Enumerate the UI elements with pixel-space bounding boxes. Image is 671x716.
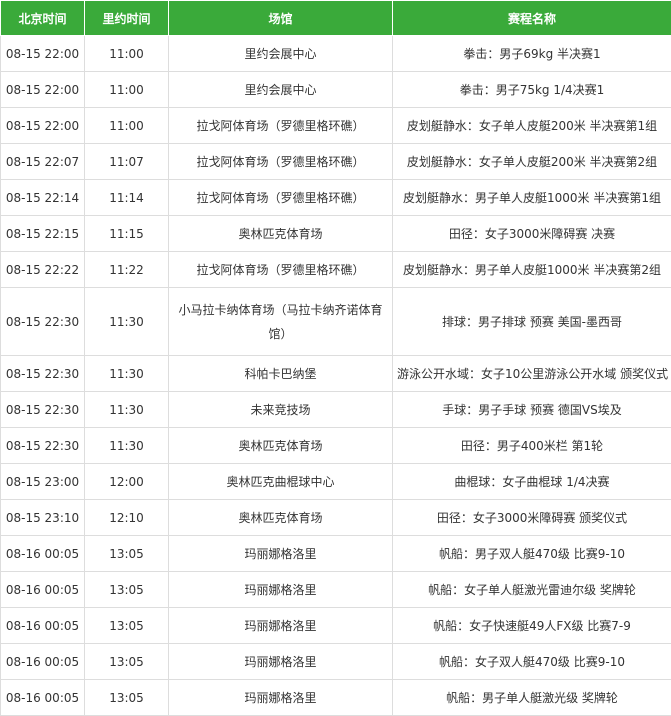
cell-venue: 里约会展中心 xyxy=(168,35,393,72)
header-event: 赛程名称 xyxy=(392,0,671,36)
cell-rio-time: 11:15 xyxy=(84,215,169,252)
cell-rio-time: 13:05 xyxy=(84,643,169,680)
cell-event: 拳击：男子69kg 半决赛1 xyxy=(392,35,671,72)
cell-event: 手球：男子手球 预赛 德国VS埃及 xyxy=(392,391,671,428)
table-row: 08-15 22:14 11:14 拉戈阿体育场（罗德里格环礁） 皮划艇静水：男子单人… xyxy=(0,179,671,216)
cell-event: 帆船：女子快速艇49人FX级 比赛7-9 xyxy=(392,607,671,644)
cell-rio-time: 11:22 xyxy=(84,251,169,288)
cell-beijing-time: 08-16 00:05 xyxy=(0,607,85,644)
table-row: 08-15 22:30 11:30 科帕卡巴纳堡 游泳公开水域：女子10公里游泳公开水… xyxy=(0,355,671,392)
cell-beijing-time: 08-15 22:00 xyxy=(0,35,85,72)
cell-rio-time: 11:00 xyxy=(84,71,169,108)
cell-beijing-time: 08-15 22:00 xyxy=(0,107,85,144)
cell-venue: 未来竞技场 xyxy=(168,391,393,428)
cell-rio-time: 13:05 xyxy=(84,607,169,644)
cell-rio-time: 12:10 xyxy=(84,499,169,536)
cell-event: 帆船：女子单人艇激光雷迪尔级 奖牌轮 xyxy=(392,571,671,608)
cell-event: 帆船：女子双人艇470级 比赛9-10 xyxy=(392,643,671,680)
table-row: 08-15 23:00 12:00 奥林匹克曲棍球中心 曲棍球：女子曲棍球 1/4决赛 xyxy=(0,463,671,500)
cell-rio-time: 11:30 xyxy=(84,287,169,356)
table-row: 08-15 22:22 11:22 拉戈阿体育场（罗德里格环礁） 皮划艇静水：男子单人… xyxy=(0,251,671,288)
cell-rio-time: 11:30 xyxy=(84,355,169,392)
cell-rio-time: 11:00 xyxy=(84,35,169,72)
table-row: 08-15 22:15 11:15 奥林匹克体育场 田径：女子3000米障碍赛 决赛 xyxy=(0,215,671,252)
cell-venue: 里约会展中心 xyxy=(168,71,393,108)
cell-event: 游泳公开水域：女子10公里游泳公开水域 颁奖仪式 xyxy=(392,355,671,392)
cell-event: 皮划艇静水：女子单人皮艇200米 半决赛第2组 xyxy=(392,143,671,180)
header-beijing-time: 北京时间 xyxy=(0,0,85,36)
cell-venue: 玛丽娜格洛里 xyxy=(168,571,393,608)
schedule-table: 北京时间 里约时间 场馆 赛程名称 08-15 22:00 11:00 里约会展中心… xyxy=(0,0,671,716)
table-row: 08-15 22:30 11:30 未来竞技场 手球：男子手球 预赛 德国VS埃及 xyxy=(0,391,671,428)
cell-event: 田径：男子400米栏 第1轮 xyxy=(392,427,671,464)
cell-event: 拳击：男子75kg 1/4决赛1 xyxy=(392,71,671,108)
cell-venue: 奥林匹克体育场 xyxy=(168,215,393,252)
cell-beijing-time: 08-16 00:05 xyxy=(0,679,85,716)
cell-venue: 拉戈阿体育场（罗德里格环礁） xyxy=(168,179,393,216)
table-row: 08-15 22:30 11:30 奥林匹克体育场 田径：男子400米栏 第1轮 xyxy=(0,427,671,464)
table-row: 08-15 22:00 11:00 里约会展中心 拳击：男子69kg 半决赛1 xyxy=(0,35,671,72)
cell-event: 排球：男子排球 预赛 美国-墨西哥 xyxy=(392,287,671,356)
cell-beijing-time: 08-15 22:30 xyxy=(0,287,85,356)
cell-venue: 玛丽娜格洛里 xyxy=(168,679,393,716)
cell-rio-time: 13:05 xyxy=(84,679,169,716)
cell-rio-time: 11:00 xyxy=(84,107,169,144)
cell-beijing-time: 08-16 00:05 xyxy=(0,643,85,680)
cell-event: 皮划艇静水：男子单人皮艇1000米 半决赛第2组 xyxy=(392,251,671,288)
cell-beijing-time: 08-15 22:22 xyxy=(0,251,85,288)
schedule-body: 08-15 22:00 11:00 里约会展中心 拳击：男子69kg 半决赛1 08-1… xyxy=(0,35,671,716)
cell-venue: 拉戈阿体育场（罗德里格环礁） xyxy=(168,107,393,144)
cell-beijing-time: 08-15 22:07 xyxy=(0,143,85,180)
cell-event: 帆船：男子单人艇激光级 奖牌轮 xyxy=(392,679,671,716)
cell-event: 田径：女子3000米障碍赛 决赛 xyxy=(392,215,671,252)
cell-rio-time: 11:07 xyxy=(84,143,169,180)
cell-venue: 奥林匹克曲棍球中心 xyxy=(168,463,393,500)
table-row: 08-15 22:00 11:00 拉戈阿体育场（罗德里格环礁） 皮划艇静水：女子单人… xyxy=(0,107,671,144)
table-row: 08-16 00:05 13:05 玛丽娜格洛里 帆船：女子双人艇470级 比赛9-1… xyxy=(0,643,671,680)
cell-rio-time: 11:30 xyxy=(84,427,169,464)
cell-beijing-time: 08-15 22:30 xyxy=(0,355,85,392)
cell-event: 皮划艇静水：女子单人皮艇200米 半决赛第1组 xyxy=(392,107,671,144)
table-row: 08-16 00:05 13:05 玛丽娜格洛里 帆船：男子单人艇激光级 奖牌轮 xyxy=(0,679,671,716)
cell-beijing-time: 08-15 22:30 xyxy=(0,391,85,428)
cell-rio-time: 13:05 xyxy=(84,571,169,608)
cell-venue: 科帕卡巴纳堡 xyxy=(168,355,393,392)
cell-beijing-time: 08-15 23:10 xyxy=(0,499,85,536)
table-row: 08-16 00:05 13:05 玛丽娜格洛里 帆船：女子快速艇49人FX级 比赛7… xyxy=(0,607,671,644)
cell-event: 皮划艇静水：男子单人皮艇1000米 半决赛第1组 xyxy=(392,179,671,216)
table-row: 08-15 23:10 12:10 奥林匹克体育场 田径：女子3000米障碍赛 颁奖仪… xyxy=(0,499,671,536)
cell-venue: 拉戈阿体育场（罗德里格环礁） xyxy=(168,251,393,288)
cell-beijing-time: 08-15 22:14 xyxy=(0,179,85,216)
cell-beijing-time: 08-16 00:05 xyxy=(0,535,85,572)
cell-beijing-time: 08-15 22:15 xyxy=(0,215,85,252)
cell-beijing-time: 08-16 00:05 xyxy=(0,571,85,608)
header-rio-time: 里约时间 xyxy=(84,0,169,36)
table-row: 08-16 00:05 13:05 玛丽娜格洛里 帆船：女子单人艇激光雷迪尔级 奖牌轮 xyxy=(0,571,671,608)
cell-rio-time: 12:00 xyxy=(84,463,169,500)
cell-rio-time: 13:05 xyxy=(84,535,169,572)
cell-venue: 玛丽娜格洛里 xyxy=(168,643,393,680)
cell-beijing-time: 08-15 22:30 xyxy=(0,427,85,464)
table-row: 08-15 22:07 11:07 拉戈阿体育场（罗德里格环礁） 皮划艇静水：女子单人… xyxy=(0,143,671,180)
cell-venue: 拉戈阿体育场（罗德里格环礁） xyxy=(168,143,393,180)
cell-event: 帆船：男子双人艇470级 比赛9-10 xyxy=(392,535,671,572)
cell-venue: 玛丽娜格洛里 xyxy=(168,607,393,644)
table-row: 08-16 00:05 13:05 玛丽娜格洛里 帆船：男子双人艇470级 比赛9-1… xyxy=(0,535,671,572)
schedule-header: 北京时间 里约时间 场馆 赛程名称 xyxy=(0,0,671,36)
header-venue: 场馆 xyxy=(168,0,393,36)
cell-event: 田径：女子3000米障碍赛 颁奖仪式 xyxy=(392,499,671,536)
cell-venue: 奥林匹克体育场 xyxy=(168,499,393,536)
cell-rio-time: 11:14 xyxy=(84,179,169,216)
table-row: 08-15 22:00 11:00 里约会展中心 拳击：男子75kg 1/4决赛1 xyxy=(0,71,671,108)
cell-beijing-time: 08-15 22:00 xyxy=(0,71,85,108)
cell-beijing-time: 08-15 23:00 xyxy=(0,463,85,500)
table-row: 08-15 22:30 11:30 小马拉卡纳体育场（马拉卡纳齐诺体育馆） 排球：男子… xyxy=(0,287,671,356)
cell-venue: 玛丽娜格洛里 xyxy=(168,535,393,572)
cell-rio-time: 11:30 xyxy=(84,391,169,428)
cell-event: 曲棍球：女子曲棍球 1/4决赛 xyxy=(392,463,671,500)
cell-venue: 小马拉卡纳体育场（马拉卡纳齐诺体育馆） xyxy=(168,287,393,356)
header-row: 北京时间 里约时间 场馆 赛程名称 xyxy=(0,0,671,36)
cell-venue: 奥林匹克体育场 xyxy=(168,427,393,464)
